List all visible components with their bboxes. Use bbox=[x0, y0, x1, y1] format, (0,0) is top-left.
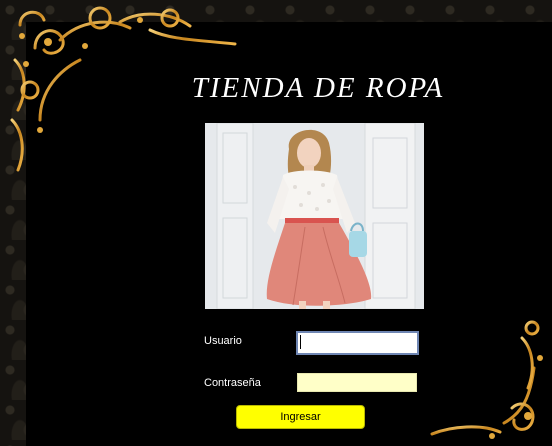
store-title: TIENDA DE ROPA bbox=[191, 72, 445, 104]
text-caret bbox=[300, 335, 301, 349]
login-button[interactable]: Ingresar bbox=[236, 405, 365, 429]
username-label: Usuario bbox=[204, 335, 242, 347]
password-input[interactable] bbox=[297, 373, 417, 392]
ornament-bottom-right bbox=[372, 298, 548, 444]
username-input[interactable] bbox=[296, 331, 419, 355]
product-photo bbox=[205, 123, 424, 309]
password-label: Contraseña bbox=[204, 377, 261, 389]
